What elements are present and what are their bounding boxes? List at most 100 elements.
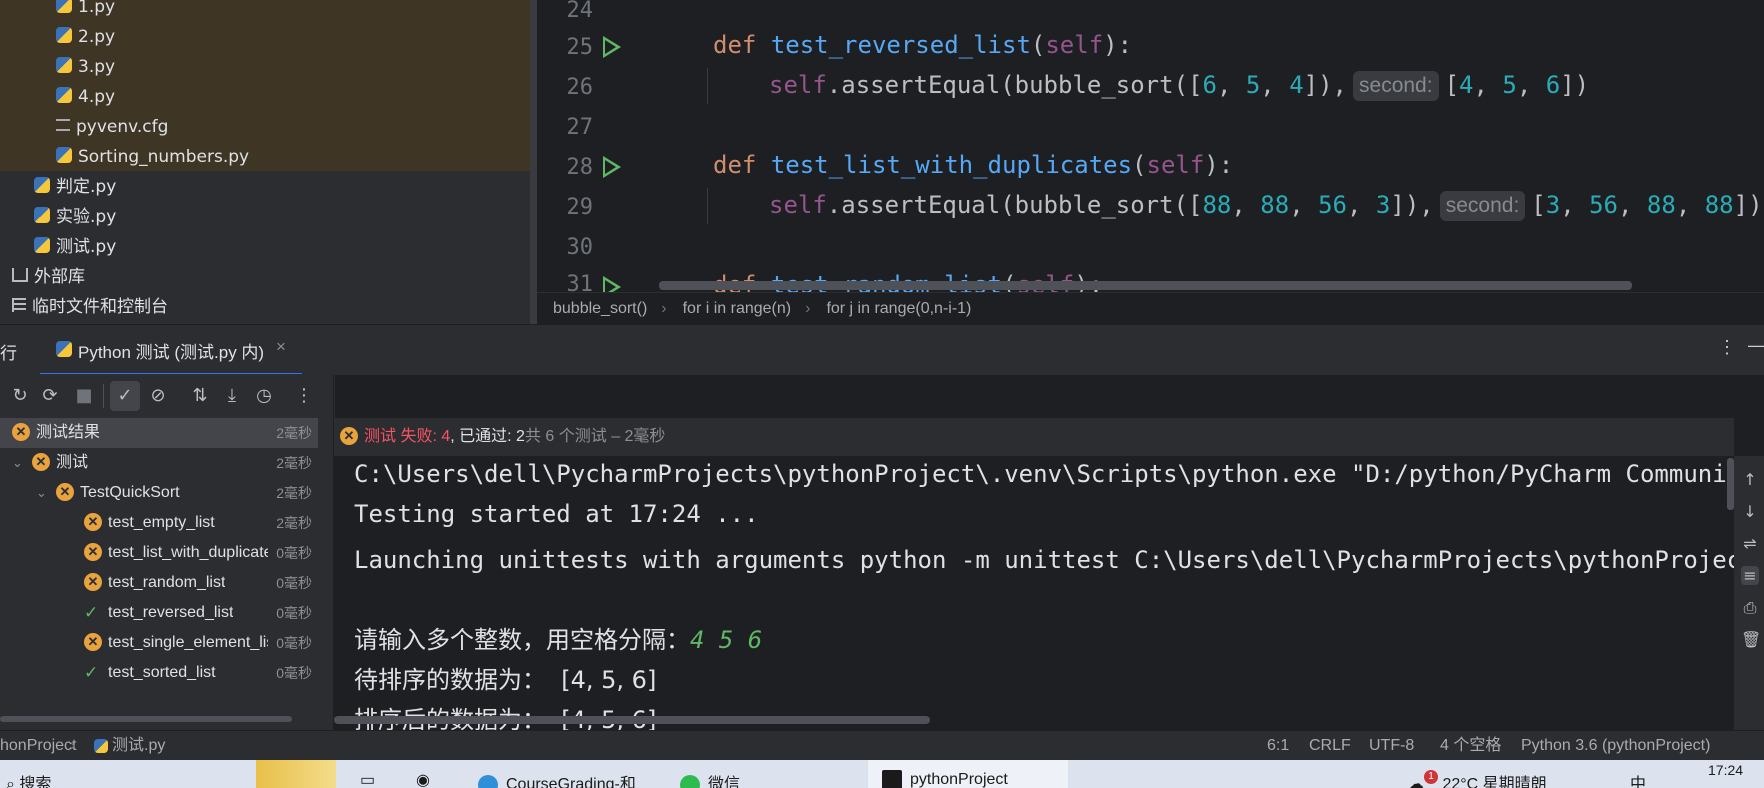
scratch-icon bbox=[12, 298, 26, 312]
scroll-up-icon[interactable]: ↑ bbox=[1741, 470, 1759, 489]
run-test-icon[interactable] bbox=[603, 156, 621, 178]
tree-item-scratches[interactable]: 临时文件和控制台 bbox=[12, 292, 168, 322]
minimize-icon[interactable]: — bbox=[1748, 335, 1764, 356]
language-indicator[interactable]: 中 bbox=[1630, 770, 1646, 788]
tree-item-2py[interactable]: 2.py bbox=[56, 22, 115, 52]
breadcrumb-item[interactable]: for j in range(0,n-i-1) bbox=[826, 300, 971, 317]
test-node-case[interactable]: ✓ test_reversed_list 0毫秒 bbox=[0, 598, 318, 628]
test-node-case[interactable]: ✓ test_sorted_list 0毫秒 bbox=[0, 658, 318, 688]
test-node-root[interactable]: ✕ 测试结果 2毫秒 bbox=[0, 418, 318, 448]
editor-horizontal-scrollbar[interactable] bbox=[659, 281, 1632, 290]
weather-icon: ☁ bbox=[1408, 776, 1424, 788]
test-failed-icon: ✕ bbox=[84, 572, 102, 591]
weather-widget[interactable]: ☁ 1 22°C 星期晴朗 bbox=[1408, 770, 1547, 788]
run-test-icon[interactable] bbox=[603, 36, 621, 58]
python-interpreter[interactable]: Python 3.6 (pythonProject) bbox=[1521, 731, 1710, 761]
soft-wrap-icon[interactable]: ⇌ bbox=[1741, 534, 1759, 553]
test-node-module[interactable]: ⌄ ✕ 测试 2毫秒 bbox=[0, 448, 318, 478]
indent-guide bbox=[707, 188, 708, 224]
tree-item-shiyan[interactable]: 实验.py bbox=[34, 202, 116, 232]
caret-position[interactable]: 6:1 bbox=[1267, 731, 1289, 761]
tree-item-4py[interactable]: 4.py bbox=[56, 82, 115, 112]
task-view-icon[interactable]: ▭ bbox=[360, 770, 375, 788]
test-node-class[interactable]: ⌄ ✕ TestQuickSort 2毫秒 bbox=[0, 478, 318, 508]
config-file-icon bbox=[56, 119, 70, 131]
test-failed-icon: ✕ bbox=[84, 512, 102, 531]
close-icon[interactable]: × bbox=[276, 337, 286, 357]
trash-icon[interactable]: 🗑 bbox=[1741, 630, 1761, 649]
chevron-down-icon[interactable]: ⌄ bbox=[12, 448, 26, 478]
collapse-icon[interactable]: ⤓ bbox=[220, 384, 244, 408]
more-options-icon[interactable]: ⋮ bbox=[1718, 337, 1736, 358]
console-vertical-scrollbar[interactable] bbox=[1727, 458, 1734, 510]
python-file-icon bbox=[56, 27, 72, 43]
sort-icon[interactable]: ⇅ bbox=[188, 384, 212, 408]
show-ignored-icon[interactable]: ⊘ bbox=[146, 384, 170, 408]
dell-app-icon[interactable]: ◉ bbox=[416, 770, 430, 788]
parameter-hint: second: bbox=[1353, 71, 1439, 101]
tree-item-external-libraries[interactable]: 外部库 bbox=[12, 262, 85, 292]
taskbar-search[interactable]: ⌕ 搜索 bbox=[6, 770, 51, 788]
line-number: 28 bbox=[566, 155, 594, 180]
scroll-down-icon[interactable]: ↓ bbox=[1741, 502, 1759, 521]
status-project[interactable]: honProject bbox=[0, 731, 77, 761]
test-duration: 2毫秒 bbox=[272, 418, 312, 448]
test-node-case[interactable]: ✕ test_random_list 0毫秒 bbox=[0, 568, 318, 598]
test-node-case[interactable]: ✕ test_list_with_duplicates 0毫秒 bbox=[0, 538, 318, 568]
indent-setting[interactable]: 4 个空格 bbox=[1440, 731, 1501, 761]
pycharm-icon bbox=[882, 770, 902, 788]
breadcrumb-item[interactable]: for i in range(n) bbox=[683, 300, 792, 317]
taskbar-app-browser[interactable]: CourseGrading-和 bbox=[478, 770, 636, 788]
scroll-to-end-icon[interactable]: ≡ bbox=[1741, 566, 1759, 585]
tree-item-3py[interactable]: 3.py bbox=[56, 52, 115, 82]
chevron-down-icon[interactable]: ⌄ bbox=[36, 478, 50, 508]
tree-item-label: Sorting_numbers.py bbox=[78, 147, 250, 167]
taskbar-app-wechat[interactable]: 微信 bbox=[680, 770, 740, 788]
test-node-label: 测试结果 bbox=[36, 424, 101, 441]
tree-item-1py[interactable]: 1.py bbox=[56, 0, 115, 22]
python-file-icon bbox=[34, 237, 50, 253]
test-tree-scrollbar[interactable] bbox=[0, 716, 292, 722]
passed-count: 2 bbox=[516, 428, 525, 445]
console-horizontal-scrollbar[interactable] bbox=[334, 716, 930, 724]
tree-item-pyvenv-cfg[interactable]: pyvenv.cfg bbox=[56, 112, 168, 142]
tree-item-ceshi[interactable]: 测试.py bbox=[34, 232, 116, 262]
show-passed-icon[interactable]: ✓ bbox=[110, 381, 140, 411]
tab-python-tests[interactable]: Python 测试 (测试.py 内) × bbox=[40, 325, 302, 376]
test-failed-icon: ✕ bbox=[32, 452, 50, 471]
console-line: C:\Users\dell\PycharmProjects\pythonProj… bbox=[354, 460, 1734, 488]
edge-icon bbox=[478, 774, 498, 788]
tree-item-panding[interactable]: 判定.py bbox=[34, 172, 116, 202]
test-node-label: test_list_with_duplicates bbox=[108, 544, 268, 561]
test-node-case[interactable]: ✕ test_empty_list 2毫秒 bbox=[0, 508, 318, 538]
search-highlight-image bbox=[256, 760, 336, 788]
file-encoding[interactable]: UTF-8 bbox=[1369, 731, 1414, 761]
rerun-icon[interactable]: ↻ bbox=[8, 384, 32, 408]
test-node-label: test_sorted_list bbox=[108, 664, 216, 681]
python-file-icon bbox=[34, 207, 50, 223]
console-output[interactable]: C:\Users\dell\PycharmProjects\pythonProj… bbox=[334, 456, 1734, 730]
panel-divider[interactable] bbox=[530, 0, 537, 324]
test-duration: 0毫秒 bbox=[276, 575, 312, 591]
project-tree-panel: 1.py 2.py 3.py 4.py pyvenv.cfg Sorting_n… bbox=[0, 0, 537, 324]
clock[interactable]: 17:24 bbox=[1708, 762, 1743, 778]
history-icon[interactable]: ◷ bbox=[252, 384, 276, 408]
test-node-case[interactable]: ✕ test_single_element_list 0毫秒 bbox=[0, 628, 318, 658]
test-node-label: TestQuickSort bbox=[80, 484, 180, 501]
test-duration: 2毫秒 bbox=[276, 485, 312, 501]
rerun-failed-icon[interactable]: ⟳ bbox=[38, 384, 62, 408]
code-editor[interactable]: 24 25 26 27 28 29 30 31 def test_reverse… bbox=[537, 0, 1764, 324]
line-ending[interactable]: CRLF bbox=[1309, 731, 1351, 761]
tree-item-sorting-numbers[interactable]: Sorting_numbers.py bbox=[56, 142, 249, 172]
taskbar-app-pycharm[interactable]: pythonProject bbox=[868, 760, 1068, 788]
test-node-label: test_random_list bbox=[108, 574, 226, 591]
print-icon[interactable]: ⎙ bbox=[1741, 598, 1759, 618]
test-duration: 0毫秒 bbox=[276, 545, 312, 561]
more-icon[interactable]: ⋮ bbox=[292, 384, 316, 408]
status-file[interactable]: 测试.py bbox=[94, 731, 165, 761]
python-file-icon bbox=[56, 147, 72, 163]
stop-icon[interactable]: ■ bbox=[72, 384, 96, 408]
breadcrumb-item[interactable]: bubble_sort() bbox=[553, 300, 647, 317]
console-user-input: 4 5 6 bbox=[690, 626, 763, 654]
console-line: Launching unittests with arguments pytho… bbox=[354, 546, 1734, 574]
